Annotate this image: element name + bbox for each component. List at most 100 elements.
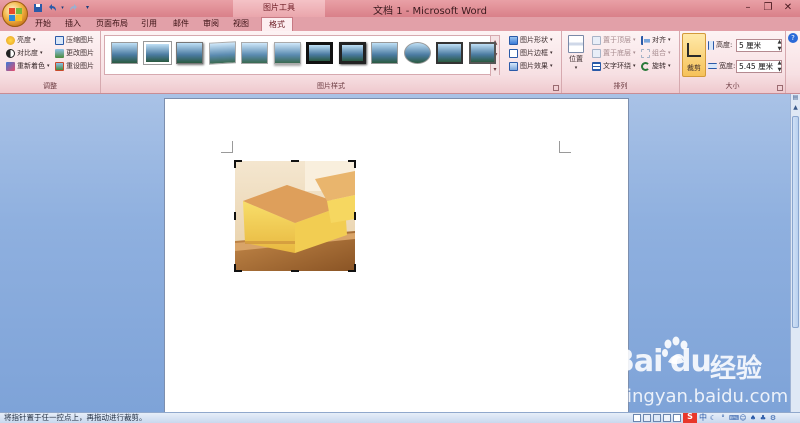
bring-to-front-button[interactable]: 置于顶层 ▾ <box>592 35 636 45</box>
crop-button[interactable]: 裁剪 <box>682 33 706 77</box>
width-icon <box>708 63 717 69</box>
tab-view[interactable]: 视图 <box>230 17 252 31</box>
send-to-back-icon <box>592 48 601 58</box>
gallery-more-icon[interactable]: ▾ <box>493 66 496 73</box>
spin-up-icon[interactable]: ▲ <box>778 60 782 66</box>
crop-handle-left[interactable] <box>234 212 236 220</box>
close-icon[interactable]: ✕ <box>778 0 798 15</box>
height-spinner[interactable]: ▲ ▼ <box>776 39 783 52</box>
crop-handle-top-left-v[interactable] <box>234 160 236 168</box>
ime-user-icon[interactable]: ☺ <box>739 414 747 422</box>
help-icon[interactable]: ? <box>788 33 798 43</box>
ruler-toggle-icon[interactable]: ▤ <box>791 94 800 103</box>
spin-down-icon[interactable]: ▼ <box>778 67 782 73</box>
size-launcher-icon[interactable] <box>777 85 783 91</box>
change-picture-button[interactable]: 更改图片 <box>55 48 94 58</box>
scroll-up-icon[interactable]: ▲ <box>791 104 800 113</box>
picture-shape-icon <box>509 35 518 45</box>
view-and-ime-tray: S 中 ☾ ° ⌨ ☺ ♠ ♣ ⚙ <box>633 413 777 423</box>
picture-style-thumbnail[interactable] <box>176 42 203 64</box>
draft-view-icon[interactable] <box>673 414 681 422</box>
picture-styles-launcher-icon[interactable] <box>553 85 559 91</box>
picture-style-thumbnail[interactable] <box>338 42 366 64</box>
save-icon[interactable] <box>32 2 43 13</box>
spin-down-icon[interactable]: ▼ <box>778 46 782 52</box>
width-spinner[interactable]: ▲ ▼ <box>776 60 783 73</box>
group-adjust: 亮度 ▾ 对比度 ▾ 重新着色 ▾ 压缩图片 更改图片 重设图片 调整 <box>0 31 101 93</box>
group-picture-styles: ▲ ▼ ▾ 图片形状▾ 图片边框▾ 图片效果▾ 图片样式 <box>101 31 562 93</box>
tab-references[interactable]: 引用 <box>138 17 160 31</box>
undo-icon[interactable] <box>46 2 57 13</box>
group-arrange: 位置 ▾ 置于顶层 ▾ 置于底层 ▾ 文字环绕 ▾ 对齐 ▾ 组合 ▾ 旋转 ▾ 排列 <box>562 31 680 93</box>
tab-page-layout[interactable]: 页面布局 <box>94 17 130 31</box>
contrast-button[interactable]: 对比度 ▾ <box>6 48 43 58</box>
group-label-arrange: 排列 <box>613 82 628 90</box>
recolor-button[interactable]: 重新着色 ▾ <box>6 61 50 71</box>
undo-dropdown-icon[interactable]: ▾ <box>60 2 65 13</box>
scroll-thumb[interactable] <box>792 116 799 328</box>
tab-review[interactable]: 审阅 <box>200 17 222 31</box>
office-button[interactable] <box>2 1 28 27</box>
tab-mailings[interactable]: 邮件 <box>170 17 192 31</box>
picture-style-thumbnail[interactable] <box>241 42 268 64</box>
crop-handle-top[interactable] <box>291 160 299 162</box>
ribbon: 亮度▾ 对比度▾ 重新着色▾ 压缩图片 更改图片 重设图片 调整 ▲ ▼ <box>0 31 800 94</box>
rotate-icon <box>641 61 650 71</box>
redo-icon[interactable] <box>68 2 79 13</box>
compress-pictures-button[interactable]: 压缩图片 <box>55 35 94 45</box>
minimize-icon[interactable]: – <box>738 0 758 15</box>
text-wrapping-button[interactable]: 文字环绕 ▾ <box>592 61 636 71</box>
ime-sogou-icon[interactable]: S <box>683 413 697 423</box>
crop-handle-bottom[interactable] <box>291 270 299 272</box>
picture-border-button[interactable]: 图片边框 ▾ <box>509 48 553 58</box>
document-page[interactable] <box>164 98 629 418</box>
picture-style-thumbnail[interactable] <box>436 42 463 64</box>
picture-style-thumbnail[interactable] <box>111 42 138 64</box>
brightness-button[interactable]: 亮度 ▾ <box>6 35 36 45</box>
picture-shape-button[interactable]: 图片形状 ▾ <box>509 35 553 45</box>
position-button[interactable]: 位置 ▾ <box>568 35 584 71</box>
ime-settings-icon[interactable]: ⚙ <box>769 414 777 422</box>
status-message: 将指针置于任一控点上，再拖动进行裁剪。 <box>4 413 147 422</box>
web-layout-icon[interactable] <box>653 414 661 422</box>
crop-handle-right[interactable] <box>354 212 356 220</box>
ime-moon-icon[interactable]: ☾ <box>709 414 717 422</box>
ime-skin-icon[interactable]: ♠ <box>749 414 757 422</box>
cake-image <box>235 161 355 271</box>
picture-effects-button[interactable]: 图片效果 ▾ <box>509 61 553 71</box>
watermark-url: jingyan.baidu.com <box>622 386 789 407</box>
outline-view-icon[interactable] <box>663 414 671 422</box>
tab-insert[interactable]: 插入 <box>60 17 86 31</box>
picture-effects-icon <box>509 61 518 71</box>
picture-style-thumbnail[interactable] <box>208 41 236 65</box>
full-screen-reading-icon[interactable] <box>643 414 651 422</box>
rotate-button[interactable]: 旋转 ▾ <box>641 61 671 71</box>
ime-chinese-icon[interactable]: 中 <box>699 414 707 422</box>
spin-up-icon[interactable]: ▲ <box>778 39 782 45</box>
customize-icon[interactable]: ▾ <box>82 2 93 13</box>
picture-style-thumbnail[interactable] <box>143 42 171 64</box>
picture-style-thumbnail[interactable] <box>371 42 398 64</box>
picture-style-thumbnail[interactable] <box>468 42 496 64</box>
restore-icon[interactable]: ❐ <box>758 0 778 15</box>
tab-format[interactable]: 格式 <box>261 17 293 31</box>
print-layout-icon[interactable] <box>633 414 641 422</box>
ime-punctuation-icon[interactable]: ° <box>719 414 727 422</box>
picture-style-thumbnail[interactable] <box>306 42 333 64</box>
picture-style-thumbnail[interactable] <box>403 42 431 64</box>
reset-picture-button[interactable]: 重设图片 <box>55 61 94 71</box>
tab-home[interactable]: 开始 <box>30 17 56 31</box>
crop-handle-top-right-v[interactable] <box>354 160 356 168</box>
crop-handle-bottom-left-v[interactable] <box>234 264 236 272</box>
ime-keyboard-icon[interactable]: ⌨ <box>729 414 739 422</box>
crop-handle-bottom-right-v[interactable] <box>354 264 356 272</box>
cake-picture[interactable] <box>235 161 355 271</box>
group-button[interactable]: 组合 ▾ <box>641 48 671 58</box>
align-button[interactable]: 对齐 ▾ <box>641 35 671 45</box>
watermark-brand: Bai <box>612 344 663 379</box>
send-to-back-button[interactable]: 置于底层 ▾ <box>592 48 636 58</box>
window-controls: – ❐ ✕ <box>738 0 798 15</box>
picture-style-thumbnail[interactable] <box>273 42 301 64</box>
ime-shirt-icon[interactable]: ♣ <box>759 414 767 422</box>
baidu-jingyan-watermark: Bai du 经验 jingyan.baidu.com <box>612 336 792 412</box>
